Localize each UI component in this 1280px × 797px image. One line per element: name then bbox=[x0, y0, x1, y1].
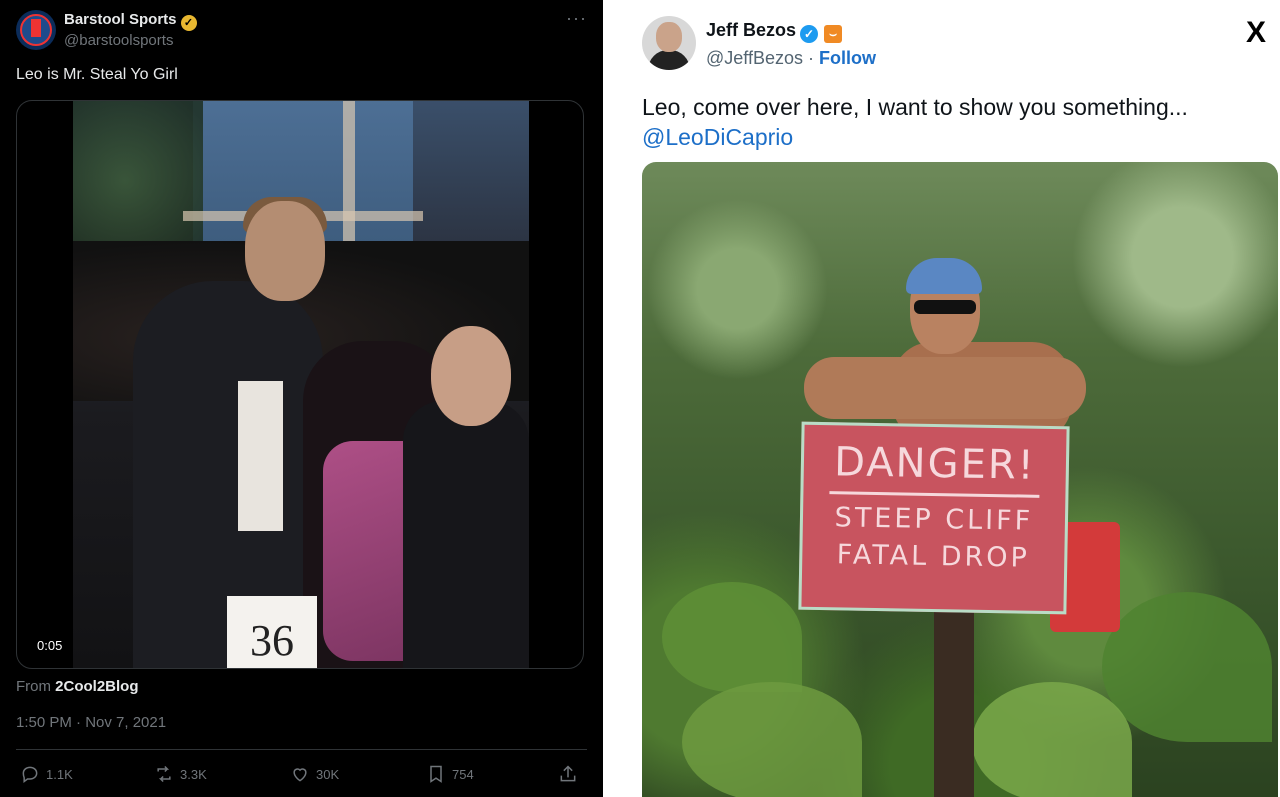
video-player[interactable]: 36 0:05 bbox=[16, 100, 584, 669]
avatar[interactable] bbox=[642, 16, 696, 70]
author-name[interactable]: Jeff Bezos ✓ ⌣ bbox=[706, 20, 843, 43]
tweet-photo[interactable]: DANGER! STEEP CLIFF FATAL DROP bbox=[642, 162, 1278, 797]
tweet-text: Leo is Mr. Steal Yo Girl bbox=[16, 66, 178, 83]
author-handle[interactable]: @barstoolsports bbox=[64, 32, 173, 49]
source-attribution: From 2Cool2Blog bbox=[16, 678, 139, 695]
bookmark-icon bbox=[430, 765, 442, 783]
author-handle-row: @JeffBezos · Follow bbox=[706, 48, 876, 68]
video-timestamp: 0:05 bbox=[31, 635, 69, 656]
bezos-tweet: Jeff Bezos ✓ ⌣ @JeffBezos · Follow X Leo, … bbox=[622, 0, 1280, 797]
amazon-affiliate-icon: ⌣ bbox=[824, 25, 843, 43]
avatar[interactable] bbox=[16, 10, 56, 50]
reply-button[interactable]: 1.1K bbox=[20, 764, 73, 784]
action-bar: 1.1K 3.3K 30K 754 bbox=[16, 764, 587, 786]
danger-sign: DANGER! STEEP CLIFF FATAL DROP bbox=[798, 421, 1070, 615]
author-handle[interactable]: @JeffBezos bbox=[706, 48, 803, 68]
mention-link[interactable]: @LeoDiCaprio bbox=[642, 122, 1188, 152]
video-frame[interactable]: 36 bbox=[73, 101, 529, 668]
share-icon bbox=[560, 765, 576, 782]
repost-button[interactable]: 3.3K bbox=[154, 764, 207, 784]
repost-icon bbox=[157, 765, 171, 783]
source-link[interactable]: 2Cool2Blog bbox=[55, 678, 138, 695]
table-number-card: 36 bbox=[227, 596, 317, 668]
tweet-timestamp[interactable]: 1:50 PM · Nov 7, 2021 bbox=[16, 714, 166, 731]
like-button[interactable]: 30K bbox=[290, 764, 339, 784]
bookmark-button[interactable]: 754 bbox=[426, 764, 474, 784]
author-name[interactable]: Barstool Sports ✓ bbox=[64, 11, 197, 31]
verified-badge-icon: ✓ bbox=[800, 25, 819, 43]
x-logo-icon[interactable]: X bbox=[1246, 16, 1266, 50]
heart-icon bbox=[293, 768, 307, 782]
verified-business-badge-icon: ✓ bbox=[180, 15, 197, 31]
reply-icon bbox=[22, 766, 38, 783]
divider bbox=[16, 749, 587, 750]
more-options-icon[interactable]: ··· bbox=[566, 8, 587, 29]
barstool-tweet: Barstool Sports ✓ @barstoolsports ··· Leo… bbox=[0, 0, 603, 797]
sign-post bbox=[934, 602, 974, 797]
share-button[interactable] bbox=[558, 764, 584, 784]
follow-button[interactable]: Follow bbox=[819, 48, 876, 68]
tweet-text: Leo, come over here, I want to show you … bbox=[642, 94, 1188, 152]
